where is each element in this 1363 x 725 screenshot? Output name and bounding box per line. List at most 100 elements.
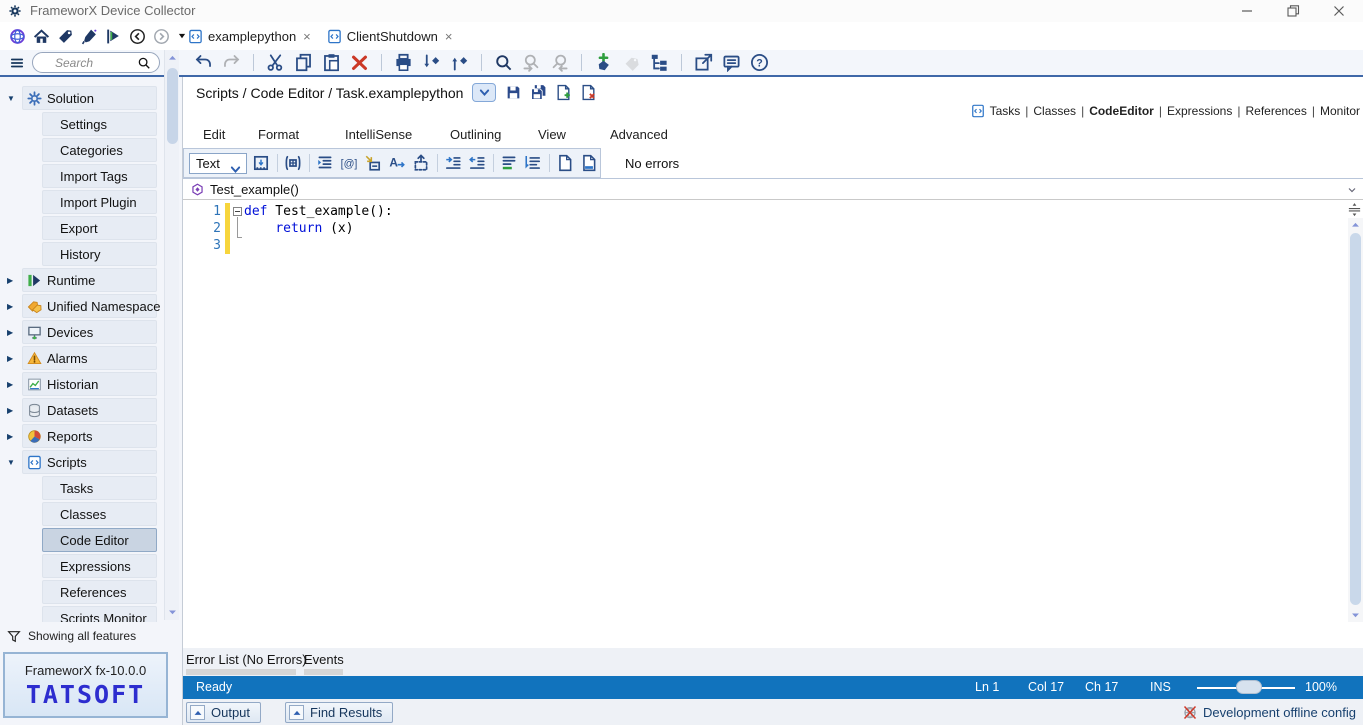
insert-snippet-button[interactable] bbox=[411, 153, 432, 173]
home-icon[interactable] bbox=[33, 28, 50, 45]
nav-forward-icon[interactable] bbox=[153, 28, 170, 45]
indent-decrease-button[interactable] bbox=[467, 153, 488, 173]
sidebar-item-import-plugin[interactable]: Import Plugin bbox=[42, 190, 157, 214]
doc-tab-examplepython[interactable]: examplepython× bbox=[188, 29, 311, 44]
chevron-expanded-icon[interactable]: ▼ bbox=[7, 94, 19, 103]
nav-link-tasks[interactable]: Tasks bbox=[990, 104, 1021, 118]
output-button[interactable]: Output bbox=[186, 702, 261, 723]
format-document-button[interactable] bbox=[523, 153, 544, 173]
sidebar-item-references[interactable]: References bbox=[42, 580, 157, 604]
chevron-collapsed-icon[interactable]: ▶ bbox=[7, 276, 19, 285]
chevron-collapsed-icon[interactable]: ▶ bbox=[7, 302, 19, 311]
sidebar-item-settings[interactable]: Settings bbox=[42, 112, 157, 136]
chevron-collapsed-icon[interactable]: ▶ bbox=[7, 328, 19, 337]
fold-collapse-icon[interactable] bbox=[233, 207, 242, 216]
copy-button[interactable] bbox=[294, 53, 313, 72]
nav-link-references[interactable]: References bbox=[1245, 104, 1306, 118]
sidebar-item-history[interactable]: History bbox=[42, 242, 157, 266]
item-settings-button[interactable] bbox=[622, 53, 641, 72]
sidebar-item-scripts[interactable]: Scripts bbox=[22, 450, 157, 474]
help-button[interactable]: ? bbox=[750, 53, 769, 72]
doc-blank-button[interactable] bbox=[555, 153, 576, 173]
restore-button[interactable] bbox=[1276, 0, 1310, 22]
doc-add-button[interactable] bbox=[555, 84, 572, 101]
run-icon[interactable] bbox=[105, 28, 122, 45]
nav-link-codeeditor[interactable]: CodeEditor bbox=[1089, 104, 1154, 118]
print-button[interactable] bbox=[394, 53, 413, 72]
margin-button[interactable] bbox=[251, 153, 272, 173]
menu-advanced[interactable]: Advanced bbox=[610, 127, 668, 142]
tree-view-button[interactable] bbox=[650, 53, 669, 72]
bottom-tab-events[interactable]: Events bbox=[304, 652, 344, 667]
sidebar-item-code-editor[interactable]: Code Editor bbox=[42, 528, 157, 552]
menu-outlining[interactable]: Outlining bbox=[450, 127, 501, 142]
chevron-collapsed-icon[interactable]: ▶ bbox=[7, 406, 19, 415]
sidebar-item-categories[interactable]: Categories bbox=[42, 138, 157, 162]
sidebar-item-scripts-monitor[interactable]: Scripts Monitor bbox=[42, 606, 157, 622]
breadcrumb-dropdown-button[interactable] bbox=[472, 83, 496, 102]
menu-view[interactable]: View bbox=[538, 127, 566, 142]
caret-down-icon[interactable] bbox=[177, 31, 187, 41]
sidebar-item-tasks[interactable]: Tasks bbox=[42, 476, 157, 500]
sidebar-item-solution[interactable]: Solution bbox=[22, 86, 157, 110]
scroll-down-icon[interactable] bbox=[1350, 610, 1361, 620]
sidebar-item-reports[interactable]: Reports bbox=[22, 424, 157, 448]
scroll-up-icon[interactable] bbox=[1350, 220, 1361, 230]
save-button[interactable] bbox=[505, 84, 522, 101]
scrollbar-thumb[interactable] bbox=[1350, 233, 1361, 605]
redo-button[interactable] bbox=[222, 53, 241, 72]
sidebar-item-export[interactable]: Export bbox=[42, 216, 157, 240]
cut-button[interactable] bbox=[266, 53, 285, 72]
zoom-slider-thumb[interactable] bbox=[1236, 680, 1262, 694]
menu-format[interactable]: Format bbox=[258, 127, 299, 142]
chevron-collapsed-icon[interactable]: ▶ bbox=[7, 432, 19, 441]
close-icon[interactable]: × bbox=[443, 29, 453, 44]
sidebar-item-historian[interactable]: Historian bbox=[22, 372, 157, 396]
scroll-down-icon[interactable] bbox=[167, 607, 178, 617]
close-icon[interactable]: × bbox=[301, 29, 311, 44]
indent-increase-button[interactable] bbox=[443, 153, 464, 173]
minimize-button[interactable] bbox=[1230, 0, 1264, 22]
doc-tab-ClientShutdown[interactable]: ClientShutdown× bbox=[327, 29, 453, 44]
comment-button[interactable] bbox=[722, 53, 741, 72]
code-editor[interactable]: 123 def Test_example(): return (x) bbox=[183, 200, 1363, 622]
collapse-region-button[interactable] bbox=[363, 153, 384, 173]
chevron-collapsed-icon[interactable]: ▶ bbox=[7, 380, 19, 389]
search-box[interactable] bbox=[32, 52, 160, 73]
sidebar-item-import-tags[interactable]: Import Tags bbox=[42, 164, 157, 188]
paint-icon[interactable] bbox=[81, 28, 98, 45]
chevron-down-icon[interactable] bbox=[1346, 184, 1358, 196]
nav-link-monitor[interactable]: Monitor bbox=[1320, 104, 1360, 118]
tag-icon[interactable] bbox=[57, 28, 74, 45]
search-prev-button[interactable] bbox=[550, 53, 569, 72]
sidebar-item-expressions[interactable]: Expressions bbox=[42, 554, 157, 578]
format-selection-button[interactable] bbox=[499, 153, 520, 173]
sidebar-item-runtime[interactable]: Runtime bbox=[22, 268, 157, 292]
scrollbar-thumb[interactable] bbox=[167, 68, 178, 144]
doc-ruled-button[interactable] bbox=[579, 153, 600, 173]
sidebar-item-unified-namespace[interactable]: Unified Namespace bbox=[22, 294, 157, 318]
filter-row[interactable]: Showing all features bbox=[0, 624, 183, 648]
menu-edit[interactable]: Edit bbox=[203, 127, 225, 142]
menu-intellisense[interactable]: IntelliSense bbox=[345, 127, 412, 142]
sidebar-item-datasets[interactable]: Datasets bbox=[22, 398, 157, 422]
find-results-button[interactable]: Find Results bbox=[285, 702, 393, 723]
splitter-handle-icon[interactable] bbox=[1347, 202, 1362, 217]
app-logo-icon[interactable] bbox=[9, 28, 26, 45]
indent-para-button[interactable] bbox=[315, 153, 336, 173]
goto-prev-button[interactable] bbox=[450, 53, 469, 72]
scroll-up-icon[interactable] bbox=[167, 53, 178, 63]
sidebar-item-classes[interactable]: Classes bbox=[42, 502, 157, 526]
grid-button[interactable] bbox=[283, 153, 304, 173]
hamburger-menu-icon[interactable] bbox=[8, 56, 26, 70]
function-selector-row[interactable]: Test_example() bbox=[183, 178, 1363, 200]
save-all-button[interactable] bbox=[530, 84, 547, 101]
nav-link-classes[interactable]: Classes bbox=[1033, 104, 1076, 118]
paste-button[interactable] bbox=[322, 53, 341, 72]
language-mode-select[interactable]: Text bbox=[189, 153, 247, 174]
search-button[interactable] bbox=[494, 53, 513, 72]
nav-back-icon[interactable] bbox=[129, 28, 146, 45]
close-button[interactable] bbox=[1322, 0, 1356, 22]
open-external-button[interactable] bbox=[694, 53, 713, 72]
add-item-button[interactable] bbox=[594, 53, 613, 72]
